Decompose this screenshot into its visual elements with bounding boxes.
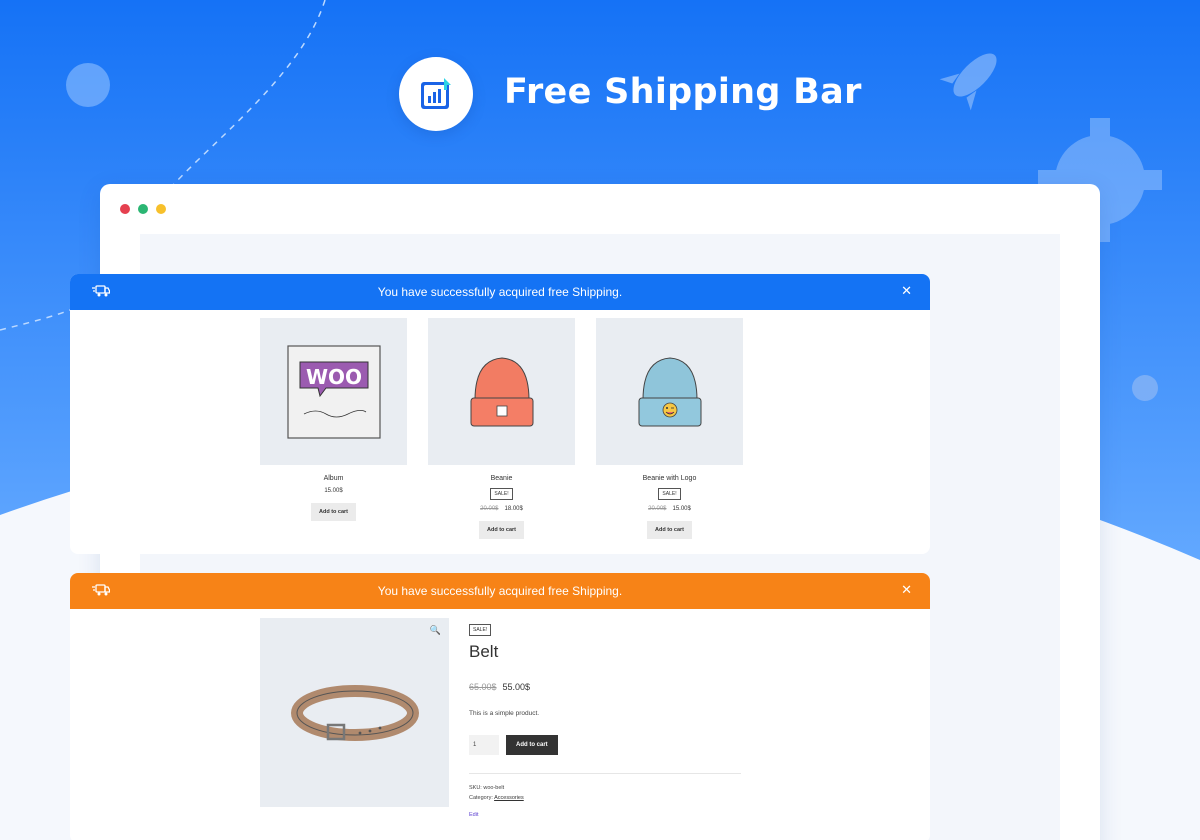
close-icon[interactable]: ✕ [901, 582, 912, 598]
product-description: This is a simple product. [469, 710, 540, 717]
orange-beanie-icon [470, 356, 533, 426]
price-current: 55.00$ [502, 682, 531, 692]
sale-badge: SALE! [658, 488, 681, 500]
woo-album-icon: WOO [286, 344, 381, 439]
free-shipping-bar-blue: You have successfully acquired free Ship… [70, 274, 930, 310]
sale-badge: SALE! [490, 488, 513, 500]
sale-badge: SALE! [469, 624, 492, 636]
product-summary: SALE! Belt 65.00$ 55.00$ This is a simple… [469, 618, 741, 821]
close-dot[interactable] [120, 204, 130, 214]
product-price: 20.00$ 18.00$ [428, 506, 575, 512]
category-row: Category: Accessories [469, 793, 741, 803]
product-grid: WOO Album 15.00$ Add to cart Beanie SALE… [260, 318, 743, 539]
product-card-beanie: Beanie SALE! 20.00$ 18.00$ Add to cart [428, 318, 575, 539]
free-shipping-bar-orange: You have successfully acquired free Ship… [70, 573, 930, 609]
quantity-input[interactable]: 1 [469, 735, 499, 755]
add-to-cart-form: 1 Add to cart [469, 735, 741, 755]
category-link[interactable]: Accessories [494, 795, 524, 801]
product-name[interactable]: Beanie [428, 475, 575, 482]
shipping-message: You have successfully acquired free Ship… [377, 584, 623, 598]
truck-icon [92, 285, 110, 297]
shipping-message: You have successfully acquired free Ship… [377, 285, 623, 299]
window-controls [120, 204, 166, 214]
sku-label: SKU: [469, 785, 482, 791]
price-current: 15.00$ [324, 488, 343, 494]
sku-row: SKU: woo-belt [469, 783, 741, 793]
add-to-cart-button[interactable]: Add to cart [478, 521, 525, 539]
belt-icon [290, 684, 419, 741]
product-image[interactable] [428, 318, 575, 465]
product-price: 65.00$ 55.00$ [469, 682, 741, 692]
shop-card: You have successfully acquired free Ship… [70, 274, 930, 554]
svg-text:WOO: WOO [305, 365, 361, 389]
product-image[interactable]: WOO [260, 318, 407, 465]
add-to-cart-button[interactable]: Add to cart [646, 521, 693, 539]
minimize-dot[interactable] [138, 204, 148, 214]
price-old: 20.00$ [480, 506, 499, 512]
product-name[interactable]: Album [260, 475, 407, 482]
product-image[interactable] [596, 318, 743, 465]
truck-icon [92, 584, 110, 596]
edit-link[interactable]: Edit [469, 812, 478, 818]
maximize-dot[interactable] [156, 204, 166, 214]
product-title: Belt [469, 642, 499, 661]
add-to-cart-button[interactable]: Add to cart [310, 503, 357, 521]
add-to-cart-button[interactable]: Add to cart [506, 735, 558, 755]
price-old: 20.00$ [648, 506, 667, 512]
sku-value: woo-belt [483, 785, 505, 791]
price-current: 18.00$ [504, 506, 523, 512]
product-meta: SKU: woo-belt Category: Accessories [469, 773, 741, 803]
single-product-card: You have successfully acquired free Ship… [70, 573, 930, 840]
product-price: 20.00$ 15.00$ [596, 506, 743, 512]
price-old: 65.00$ [469, 682, 497, 692]
product-card-beanie-with-logo: Beanie with Logo SALE! 20.00$ 15.00$ Add … [596, 318, 743, 539]
product-price: 15.00$ [260, 488, 407, 494]
app-logo [399, 57, 473, 131]
hero-title: Free Shipping Bar [504, 72, 862, 112]
zoom-icon[interactable]: 🔍 [430, 625, 441, 636]
product-name[interactable]: Beanie with Logo [596, 475, 743, 482]
chart-up-icon [421, 78, 451, 109]
product-gallery[interactable]: 🔍 [260, 618, 449, 807]
product-card-album: WOO Album 15.00$ Add to cart [260, 318, 407, 539]
category-label: Category: [469, 795, 493, 801]
blue-beanie-icon [638, 356, 701, 426]
price-current: 15.00$ [672, 506, 691, 512]
close-icon[interactable]: ✕ [901, 283, 912, 299]
